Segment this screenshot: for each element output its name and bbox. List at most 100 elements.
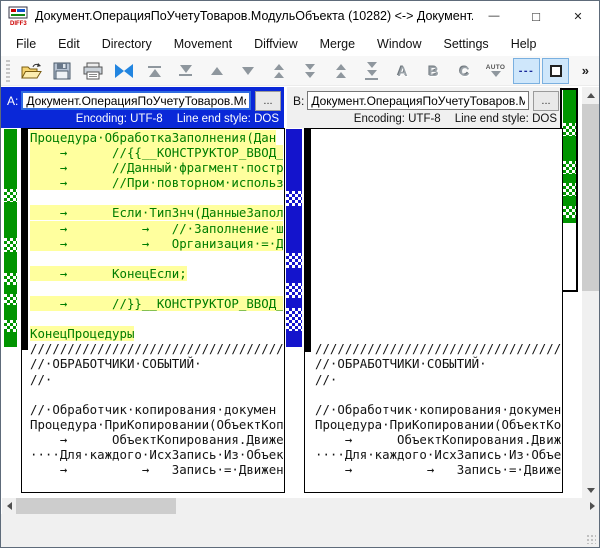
diff-overview-segment [286,298,302,308]
scroll-right-button[interactable] [585,498,599,514]
scroll-down-icon [587,488,595,493]
code-line [30,387,283,402]
menu-item-diffview[interactable]: Diffview [243,34,309,54]
minimize-button[interactable]: — [473,1,515,31]
pane-b-encoding: Encoding: UTF-8 [354,113,441,125]
vertical-scroll-thumb[interactable] [582,104,599,291]
save-button[interactable] [46,58,77,84]
code-line: //·Обработчик·копирования·докумен [315,402,561,417]
goto-prev-delta-button[interactable] [201,58,232,84]
reload-diff-button[interactable] [108,58,139,84]
goto-next-delta-button[interactable] [232,58,263,84]
show-whitespace-button[interactable]: --- [513,58,540,84]
diff-overview-segment [4,202,17,238]
scroll-left-button[interactable] [2,498,16,514]
horizontal-scrollbar[interactable] [2,498,599,514]
resize-grip[interactable] [586,534,596,544]
print-button[interactable] [77,58,108,84]
menu-item-edit[interactable]: Edit [47,34,91,54]
maximize-button[interactable]: □ [515,1,557,31]
goto-last-delta-button[interactable] [170,58,201,84]
triangle-down-icon [242,67,254,75]
diff-overview-segment [286,308,302,331]
choose-a-button[interactable]: A [387,58,418,84]
diff-overview-segment [4,189,17,202]
diff-overview-segment [563,88,576,123]
code-line [315,281,561,296]
double-triangle-up-icon [274,64,284,70]
choose-b-button[interactable]: B [418,58,449,84]
toolbar-grip[interactable] [6,60,10,82]
code-line: ////////////////////////////////////// [30,341,283,356]
toolbar-overflow-button[interactable]: » [578,59,593,82]
choose-c-button[interactable]: C [449,58,480,84]
pane-a-browse-button[interactable]: ... [255,91,281,111]
scroll-left-icon [7,502,12,510]
diff-overview-segment [4,332,17,347]
code-line: → //{{__КОНСТРУКТОР_ВВОД_НА [30,145,283,160]
code-line [315,251,561,266]
close-button[interactable]: ✕ [557,1,599,31]
toolbar: A B C AUTO --- » [1,56,599,86]
pane-a-code[interactable]: Процедура·ОбработкаЗаполнения(Дан → //{{… [23,130,283,492]
pane-a-current-diff-bar [21,129,28,350]
diff-overview-segment [4,129,17,189]
pane-b-browse-button[interactable]: ... [533,91,559,111]
menu-item-settings[interactable]: Settings [433,34,500,54]
title-bar: DIFF3 Документ.ОперацияПоУчетуТоваров.Мо… [1,1,599,31]
diff-area: A: ... Encoding: UTF-8 Line end style: D… [1,86,599,547]
diff-overview-segment [563,161,576,174]
diff-overview-segment [563,196,576,206]
diff-overview-segment [563,174,576,183]
menu-item-help[interactable]: Help [500,34,548,54]
pane-a-diff-strip [4,86,17,547]
code-line: Процедура·ПриКопировании(ОбъектКоп [30,417,283,432]
goto-first-delta-button[interactable] [139,58,170,84]
goto-prev-conflict-button[interactable] [263,58,294,84]
goto-prev-unsolved-button[interactable] [325,58,356,84]
menu-item-directory[interactable]: Directory [91,34,163,54]
code-line [315,236,561,251]
scroll-down-button[interactable] [582,482,599,498]
diff-overview-segment [4,305,17,320]
auto-down-triangle-icon [491,71,501,77]
open-button[interactable] [15,58,46,84]
menu-item-movement[interactable]: Movement [163,34,243,54]
kdiff3-logo-icon: DIFF3 [8,6,28,26]
pane-b-file-input[interactable] [307,91,529,110]
code-line: //·Обработчик·копирования·докумен [30,402,283,417]
code-line [315,190,561,205]
horizontal-scroll-thumb[interactable] [16,498,176,514]
pane-a-file-input[interactable] [21,91,251,110]
show-linenumbers-button[interactable] [542,58,569,84]
code-line [315,296,561,311]
menu-item-window[interactable]: Window [366,34,432,54]
code-line: → //Данный·фрагмент·постро [30,160,283,175]
diff-overview-segment [286,253,302,268]
code-line: → //При·повторном·использо [30,175,283,190]
status-area [1,514,599,547]
window-controls: — □ ✕ [473,1,599,31]
pane-a-label: A: [4,94,21,108]
diff-overview-segment [286,331,302,347]
code-line [315,221,561,236]
pane-b-header: B: ... Encoding: UTF-8 Line end style: D… [287,87,562,128]
diff-bowtie-icon [115,64,133,78]
pane-b-diff-strip [286,86,302,547]
diff-overview-segment [563,206,576,218]
vertical-scrollbar[interactable] [582,87,599,498]
goto-next-unsolved-button[interactable] [356,58,387,84]
pane-a-line-end-style: Line end style: DOS [177,113,279,125]
pane-b-code[interactable]: ////////////////////////////////////////… [306,130,561,492]
goto-next-conflict-button[interactable] [294,58,325,84]
menu-item-merge[interactable]: Merge [309,34,366,54]
file-overview-column[interactable] [563,86,576,547]
scroll-up-button[interactable] [582,87,599,103]
code-line [30,281,283,296]
code-line: Процедура·ПриКопировании(ОбъектКоп [315,417,561,432]
menu-item-file[interactable]: File [5,34,47,54]
code-line: КонецПроцедуры [30,326,283,341]
auto-advance-button[interactable]: AUTO [480,58,511,84]
code-line: → КонецЕсли; [30,266,283,281]
code-line: //· [30,372,283,387]
